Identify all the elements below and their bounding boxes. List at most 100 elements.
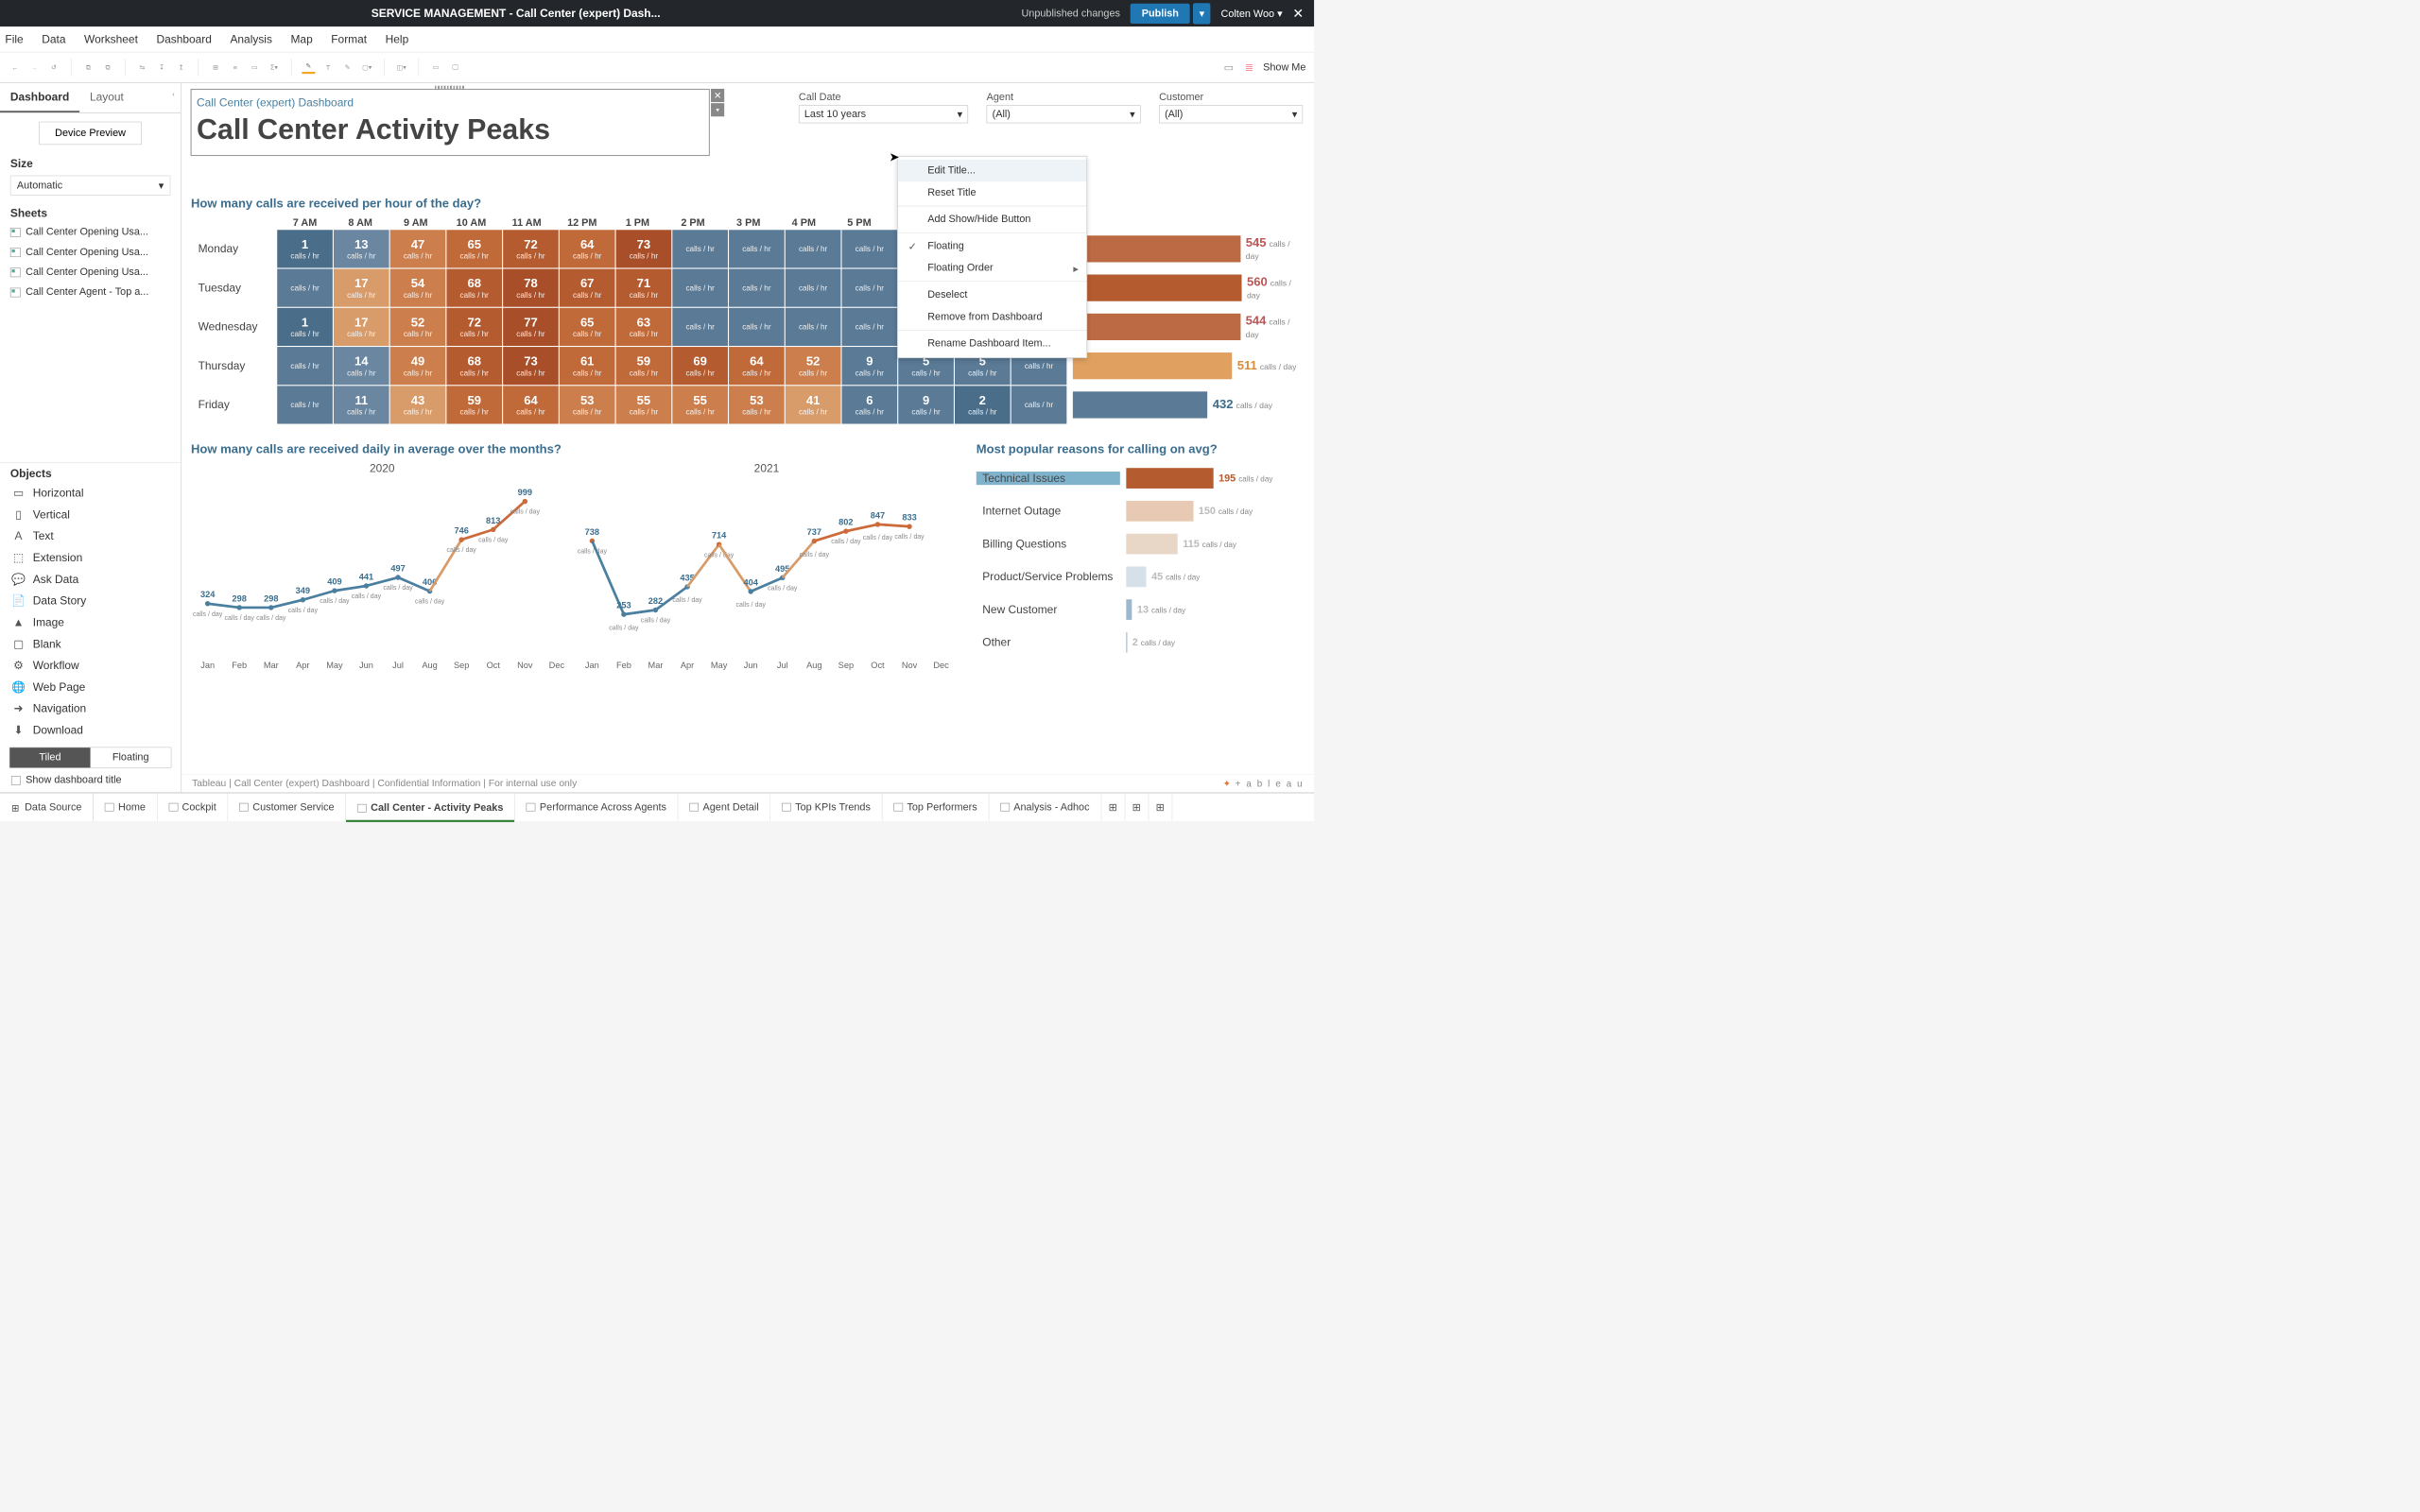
sheet-tab[interactable]: Home [94,793,158,820]
heat-cell[interactable]: 69calls / hr [672,347,728,385]
heat-cell[interactable]: 71calls / hr [616,269,672,307]
heat-cell[interactable]: 55calls / hr [616,386,672,423]
sheet-tab[interactable]: Cockpit [157,793,228,820]
present-icon[interactable]: ▭ [429,60,442,74]
grip-handle-icon[interactable] [435,86,466,89]
heat-cell[interactable]: 49calls / hr [390,347,446,385]
total-bar[interactable] [1073,235,1240,262]
filter-calldate-select[interactable]: Last 10 years▾ [799,105,968,123]
heat-cell[interactable]: 47calls / hr [390,230,446,267]
fitview-icon[interactable]: ◫▾ [395,60,408,74]
filter-agent-select[interactable]: (All)▾ [987,105,1141,123]
ctx-floating-order[interactable]: Floating Order [898,257,1087,279]
text-icon[interactable]: T [321,60,335,74]
device-preview-button[interactable]: Device Preview [39,122,142,145]
total-bar[interactable] [1073,275,1242,301]
border-icon[interactable]: ▢▾ [360,60,373,74]
heat-cell[interactable]: 77calls / hr [503,308,559,346]
sheet-item[interactable]: Call Center Opening Usa... [0,262,181,282]
menu-help[interactable]: Help [386,32,409,45]
heat-cell[interactable]: calls / hr [842,269,898,307]
swap-icon[interactable]: ⇆ [135,60,148,74]
sort-asc-icon[interactable]: ↧ [155,60,168,74]
heat-cell[interactable]: 65calls / hr [446,230,502,267]
title-floating-container[interactable]: ✕ ▾ Call Center (expert) Dashboard Call … [191,89,709,155]
filter-customer-select[interactable]: (All)▾ [1159,105,1303,123]
heat-cell[interactable]: 13calls / hr [334,230,389,267]
heat-cell[interactable]: calls / hr [786,308,841,346]
dashboard-canvas[interactable]: ✕ ▾ Call Center (expert) Dashboard Call … [182,83,1314,792]
heat-cell[interactable]: 55calls / hr [672,386,728,423]
reason-row[interactable]: Internet Outage150 calls / day [977,494,1305,527]
publish-button[interactable]: Publish [1131,4,1190,24]
new-story-icon[interactable]: ⊞ [1149,793,1172,820]
heat-cell[interactable]: 6calls / hr [842,386,898,423]
heat-cell[interactable]: 53calls / hr [729,386,785,423]
show-title-checkbox[interactable]: Show dashboard title [0,768,181,793]
object-webpage[interactable]: 🌐Web Page [0,677,181,698]
heat-cell[interactable]: calls / hr [277,386,333,423]
heat-cell[interactable]: 11calls / hr [334,386,389,423]
heat-cell[interactable]: calls / hr [842,308,898,346]
close-icon[interactable]: ✕ [1292,6,1304,22]
size-select[interactable]: Automatic▾ [10,176,170,196]
heat-cell[interactable]: 53calls / hr [560,386,615,423]
heat-cell[interactable]: calls / hr [729,308,785,346]
heat-cell[interactable]: 54calls / hr [390,269,446,307]
ctx-deselect[interactable]: Deselect [898,284,1087,305]
heat-cell[interactable]: 68calls / hr [446,347,502,385]
object-image[interactable]: ▲Image [0,611,181,633]
sort-icon[interactable]: ≡ [229,60,242,74]
heat-cell[interactable]: 1calls / hr [277,308,333,346]
floating-option[interactable]: Floating [91,747,171,767]
heat-cell[interactable]: 43calls / hr [390,386,446,423]
ctx-edit-title[interactable]: Edit Title... [898,160,1087,181]
sheet-tab[interactable]: Analysis - Adhoc [989,793,1101,820]
heat-cell[interactable]: calls / hr [672,269,728,307]
heat-cell[interactable]: calls / hr [842,230,898,267]
heat-cell[interactable]: 68calls / hr [446,269,502,307]
ctx-rename[interactable]: Rename Dashboard Item... [898,333,1087,354]
new-worksheet-icon[interactable]: ⊞ [1101,793,1125,820]
showme-icon[interactable]: ≣ [1242,60,1255,74]
heat-cell[interactable]: 73calls / hr [503,347,559,385]
new-dashboard-icon[interactable]: ⊞ [1125,793,1149,820]
object-download[interactable]: ⬇Download [0,719,181,741]
sheet-tab[interactable]: Agent Detail [678,793,770,820]
heat-cell[interactable]: calls / hr [729,269,785,307]
heat-cell[interactable]: 1calls / hr [277,230,333,267]
revert-icon[interactable]: ↺ [47,60,60,74]
object-blank[interactable]: ▢Blank [0,633,181,655]
object-extension[interactable]: ⬚Extension [0,547,181,569]
menu-map[interactable]: Map [290,32,312,45]
menu-file[interactable]: File [5,32,23,45]
reason-row[interactable]: Billing Questions115 calls / day [977,527,1305,560]
reason-row[interactable]: Technical Issues195 calls / day [977,462,1305,495]
object-vertical[interactable]: ▯Vertical [0,504,181,525]
ctx-floating[interactable]: Floating [898,235,1087,257]
heat-cell[interactable]: calls / hr [277,347,333,385]
sort-desc-icon[interactable]: ↥ [175,60,188,74]
heat-cell[interactable]: calls / hr [786,269,841,307]
heat-cell[interactable]: 64calls / hr [503,386,559,423]
heat-cell[interactable]: 59calls / hr [446,386,502,423]
publish-dropdown[interactable]: ▾ [1193,3,1210,24]
heat-cell[interactable]: 17calls / hr [334,269,389,307]
object-workflow[interactable]: ⚙Workflow [0,655,181,677]
tab-dashboard[interactable]: Dashboard [0,83,79,112]
menu-format[interactable]: Format [331,32,367,45]
heat-cell[interactable]: 78calls / hr [503,269,559,307]
heat-cell[interactable]: 65calls / hr [560,308,615,346]
heat-cell[interactable]: 59calls / hr [616,347,672,385]
sheet-tab[interactable]: Customer Service [228,793,346,820]
sheet-tab[interactable]: Performance Across Agents [515,793,679,820]
sheet-tab[interactable]: Top KPIs Trends [770,793,882,820]
total-bar[interactable] [1073,352,1232,379]
object-horizontal[interactable]: ▭Horizontal [0,482,181,504]
sheet-tab[interactable]: Top Performers [882,793,989,820]
heat-cell[interactable]: 73calls / hr [616,230,672,267]
heat-cell[interactable]: 64calls / hr [729,347,785,385]
object-text[interactable]: AText [0,525,181,547]
heat-cell[interactable]: 2calls / hr [955,386,1011,423]
totals-icon[interactable]: ⊞ [209,60,222,74]
